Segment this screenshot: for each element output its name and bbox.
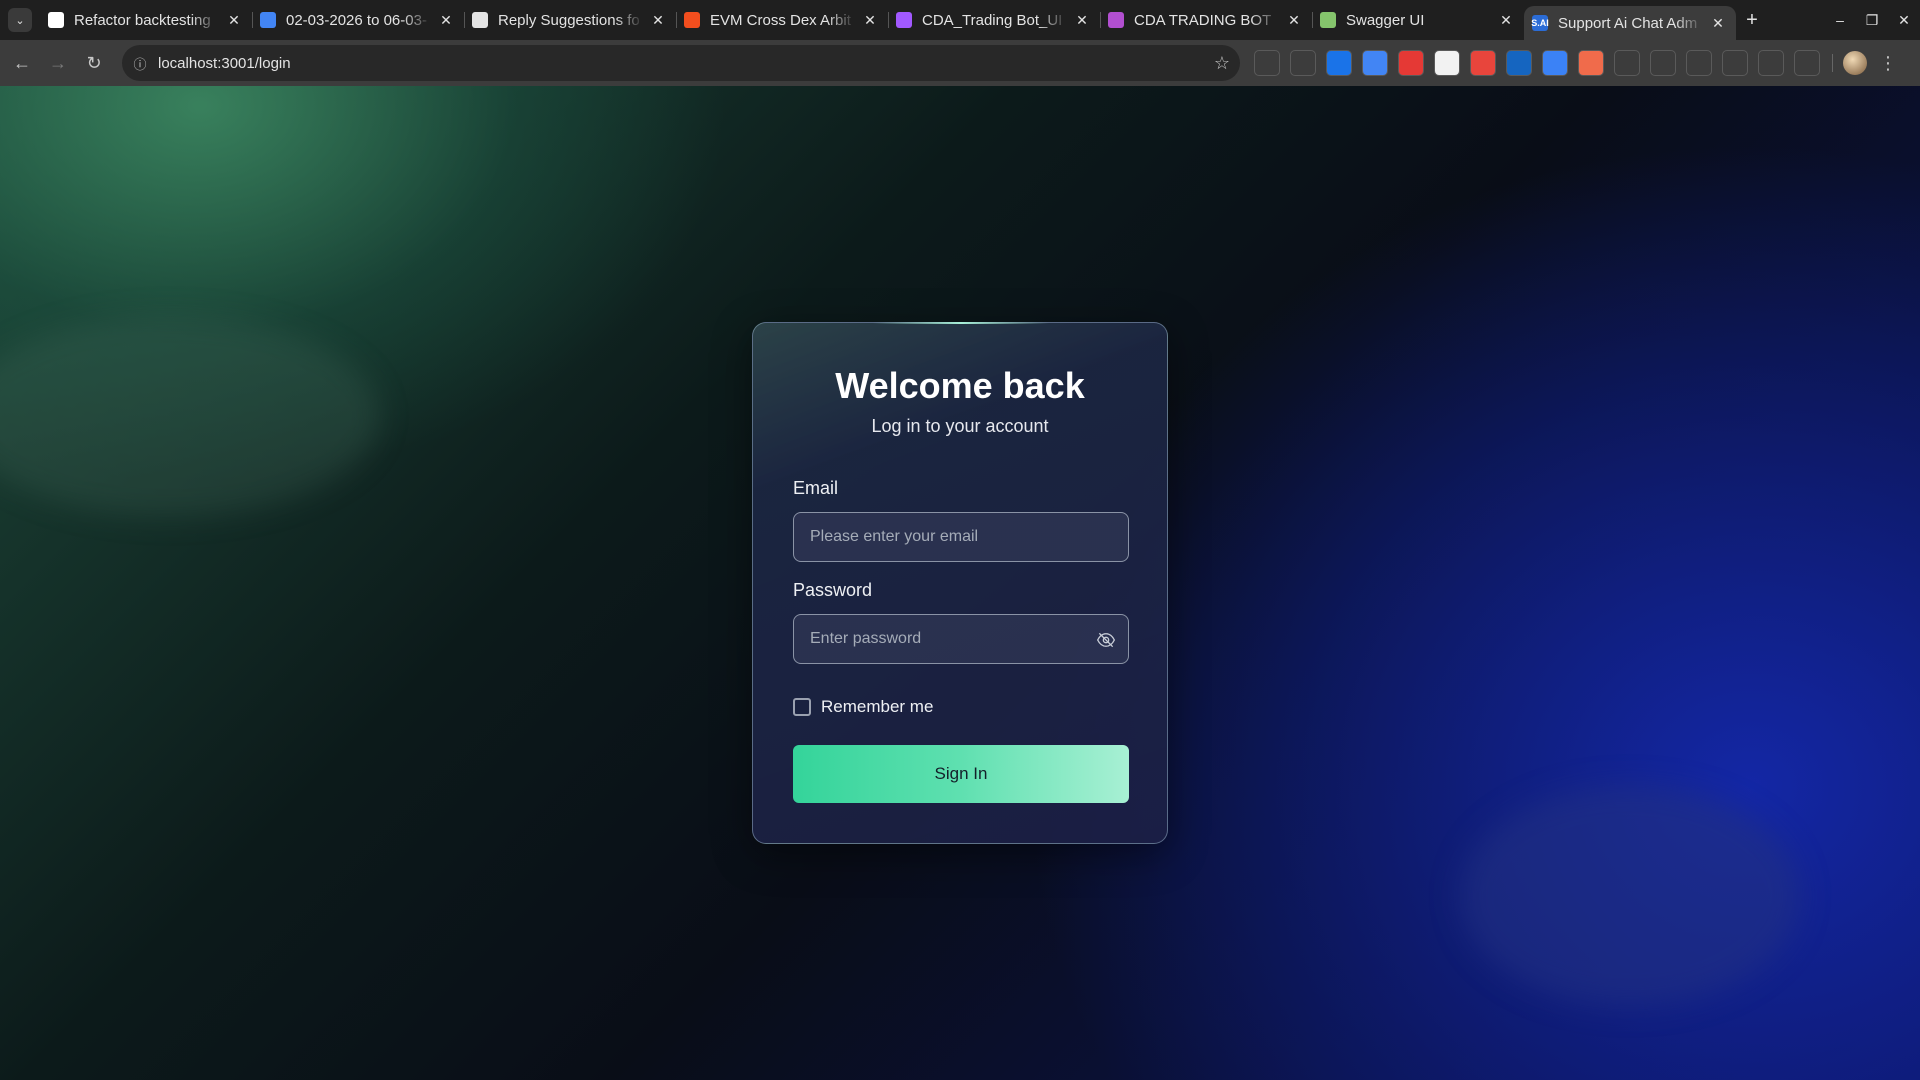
tab-list: Refactor backtesting ✕ 02-03-2026 to 06-03… xyxy=(40,0,1768,40)
tab-title: CDA TRADING BOT xyxy=(1134,11,1272,29)
tab-title: 02-03-2026 to 06-03- xyxy=(286,11,427,29)
toolbar-divider xyxy=(1832,54,1833,72)
swagger-icon xyxy=(1320,12,1336,28)
browser-tab[interactable]: S.AI Support Ai Chat Adm ✕ xyxy=(1524,6,1736,40)
browser-tab[interactable]: EVM Cross Dex Arbit ✕ xyxy=(676,0,888,40)
pen-icon[interactable] xyxy=(1686,50,1712,76)
bug-icon[interactable] xyxy=(1614,50,1640,76)
minimize-icon: – xyxy=(1836,12,1844,28)
close-tab-icon[interactable]: ✕ xyxy=(1710,15,1726,32)
close-tab-icon[interactable]: ✕ xyxy=(650,12,666,29)
openai-icon xyxy=(472,12,488,28)
tab-strip: ⌄ Refactor backtesting ✕ 02-03-2026 to 06-… xyxy=(0,0,1920,40)
menu-kebab-icon[interactable]: ⋮ xyxy=(1879,53,1897,74)
gear-extension-icon[interactable] xyxy=(1542,50,1568,76)
sign-in-button[interactable]: Sign In xyxy=(793,745,1129,803)
browser-tab[interactable]: Swagger UI ✕ xyxy=(1312,0,1524,40)
close-tab-icon[interactable]: ✕ xyxy=(1498,12,1514,29)
puzzle-icon[interactable] xyxy=(1794,50,1820,76)
translate-icon[interactable] xyxy=(1362,50,1388,76)
bookmark-star-icon[interactable]: ☆ xyxy=(1204,53,1240,74)
browser-tab[interactable]: Reply Suggestions fo ✕ xyxy=(464,0,676,40)
login-card: Welcome back Log in to your account Emai… xyxy=(752,322,1168,844)
remember-me-checkbox[interactable] xyxy=(793,698,811,716)
address-bar[interactable]: ⓘ localhost:3001/login ☆ xyxy=(122,45,1240,81)
tab-title: Refactor backtesting xyxy=(74,11,211,29)
mail-icon[interactable] xyxy=(1326,50,1352,76)
site-info-icon[interactable]: ⓘ xyxy=(122,54,158,73)
background-blob-right xyxy=(1460,786,1800,1006)
reload-icon: ↻ xyxy=(86,52,102,73)
browser-tab[interactable]: Refactor backtesting ✕ xyxy=(40,0,252,40)
page-subtitle: Log in to your account xyxy=(871,416,1049,436)
sign-in-label: Sign In xyxy=(934,764,988,783)
email-placeholder: Please enter your email xyxy=(810,528,979,545)
forward-button[interactable]: → xyxy=(40,45,76,81)
close-tab-icon[interactable]: ✕ xyxy=(862,12,878,29)
phone-icon[interactable] xyxy=(1254,50,1280,76)
eye-extension-icon[interactable] xyxy=(1290,50,1316,76)
browser-tab[interactable]: CDA_Trading Bot_UI ✕ xyxy=(888,0,1100,40)
arrow-right-icon: → xyxy=(49,52,67,73)
arrow-left-icon: ← xyxy=(13,52,31,73)
close-icon: ✕ xyxy=(1898,11,1910,28)
chevron-down-icon: ⌄ xyxy=(15,14,25,27)
new-tab-button[interactable]: + xyxy=(1736,0,1768,40)
capture-icon[interactable] xyxy=(1650,50,1676,76)
remember-me-row[interactable]: Remember me xyxy=(793,697,933,717)
figma-icon xyxy=(896,12,912,28)
browser-tab[interactable]: CDA TRADING BOT ✕ xyxy=(1100,0,1312,40)
tab-title: CDA_Trading Bot_UI xyxy=(922,11,1063,29)
figma-icon xyxy=(684,12,700,28)
restore-button[interactable]: ❐ xyxy=(1856,0,1888,40)
email-field[interactable]: Please enter your email xyxy=(793,512,1129,562)
reload-button[interactable]: ↻ xyxy=(76,45,112,81)
pdf-icon[interactable] xyxy=(1398,50,1424,76)
remember-me-label: Remember me xyxy=(821,697,934,716)
close-tab-icon[interactable]: ✕ xyxy=(1074,12,1090,29)
tab-title: Support Ai Chat Adm xyxy=(1558,14,1698,32)
tab-title: EVM Cross Dex Arbit xyxy=(710,11,851,29)
close-window-button[interactable]: ✕ xyxy=(1888,0,1920,40)
password-label: Password xyxy=(793,580,873,600)
grid-extension-icon[interactable] xyxy=(1578,50,1604,76)
extensions-row: ⋮ xyxy=(1254,50,1897,76)
minimize-button[interactable]: – xyxy=(1824,0,1856,40)
close-tab-icon[interactable]: ✕ xyxy=(1286,12,1302,29)
fox-icon[interactable] xyxy=(1722,50,1748,76)
browser-toolbar: ← → ↻ ⓘ localhost:3001/login ☆ ⋮ xyxy=(0,40,1920,86)
browser-tab[interactable]: 02-03-2026 to 06-03- ✕ xyxy=(252,0,464,40)
profile-avatar[interactable] xyxy=(1843,51,1867,75)
notion-icon[interactable] xyxy=(1434,50,1460,76)
back-button[interactable]: ← xyxy=(4,45,40,81)
email-label: Email xyxy=(793,478,839,498)
hand-icon[interactable] xyxy=(1470,50,1496,76)
eye-off-icon[interactable] xyxy=(1096,630,1116,650)
restore-icon: ❐ xyxy=(1865,11,1879,28)
tab-search-button[interactable]: ⌄ xyxy=(8,8,32,32)
password-placeholder: Enter password xyxy=(810,630,922,647)
google-docs-icon xyxy=(260,12,276,28)
page-title: Welcome back xyxy=(835,365,1085,406)
tab-title: Swagger UI xyxy=(1346,11,1425,29)
background-blob-left xyxy=(0,316,380,516)
close-tab-icon[interactable]: ✕ xyxy=(226,12,242,29)
window-controls: – ❐ ✕ xyxy=(1824,0,1920,40)
tab-title: Reply Suggestions fo xyxy=(498,11,640,29)
github-icon xyxy=(48,12,64,28)
fd-icon[interactable] xyxy=(1506,50,1532,76)
page-viewport: Welcome back Log in to your account Emai… xyxy=(0,86,1920,1080)
clickup-icon xyxy=(1108,12,1124,28)
password-field[interactable]: Enter password xyxy=(793,614,1129,664)
tag-icon[interactable] xyxy=(1758,50,1784,76)
card-top-glow xyxy=(873,322,1049,324)
url-text[interactable]: localhost:3001/login xyxy=(158,55,1204,72)
close-tab-icon[interactable]: ✕ xyxy=(438,12,454,29)
sai-icon: S.AI xyxy=(1531,15,1549,31)
